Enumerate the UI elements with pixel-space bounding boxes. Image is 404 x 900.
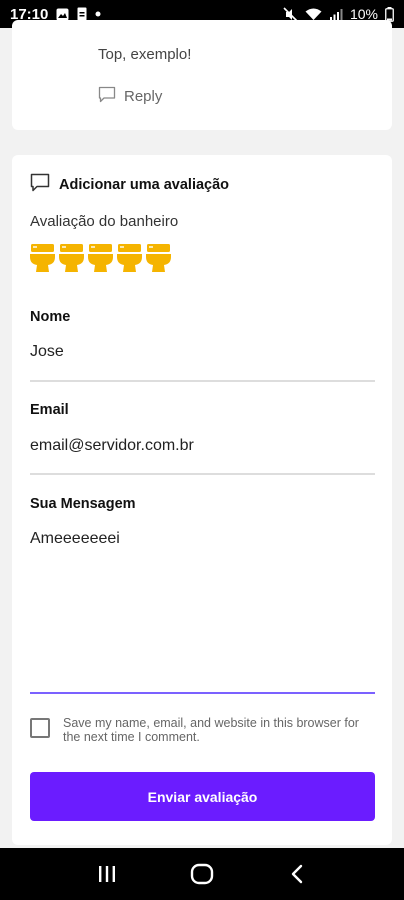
gallery-notification-icon — [56, 8, 69, 21]
rating-label: Avaliação do banheiro — [30, 213, 179, 230]
comment-bubble-icon — [30, 173, 50, 197]
submit-review-button[interactable]: Enviar avaliação — [30, 772, 375, 821]
dot-notification-icon — [95, 11, 101, 17]
save-info-label: Save my name, email, and website in this… — [63, 716, 359, 744]
system-nav-bar — [0, 848, 404, 900]
wifi-icon — [305, 8, 322, 21]
comment-text: Top, exemplo! — [98, 46, 192, 63]
toilet-rating-icon[interactable] — [88, 243, 113, 273]
save-info-checkbox[interactable] — [30, 718, 50, 738]
toilet-rating-icon[interactable] — [117, 243, 142, 273]
toilet-rating-icon[interactable] — [59, 243, 84, 273]
toilet-rating-icon[interactable] — [30, 243, 55, 273]
name-label: Nome — [30, 309, 71, 325]
back-icon[interactable] — [277, 854, 317, 894]
form-title: Adicionar uma avaliação — [59, 177, 230, 193]
email-field-underline — [30, 473, 375, 475]
home-icon[interactable] — [182, 854, 222, 894]
form-header: Adicionar uma avaliação — [30, 173, 229, 197]
message-field-underline — [30, 692, 375, 694]
reply-link[interactable]: Reply — [98, 86, 162, 107]
toilet-rating-icon[interactable] — [146, 243, 171, 273]
rating-stars[interactable] — [30, 243, 171, 273]
review-form-card: Adicionar uma avaliação Avaliação do ban… — [12, 155, 392, 845]
reply-label: Reply — [124, 88, 163, 105]
name-field-underline — [30, 380, 375, 382]
email-label: Email — [30, 402, 69, 418]
message-field[interactable]: Ameeeeeeei — [30, 530, 375, 680]
email-field[interactable] — [30, 437, 375, 455]
file-notification-icon — [77, 7, 87, 21]
comment-card: Top, exemplo! Reply — [12, 20, 392, 130]
name-field[interactable] — [30, 343, 375, 361]
comment-bubble-icon — [98, 86, 116, 107]
message-label: Sua Mensagem — [30, 496, 136, 512]
recent-apps-icon[interactable] — [87, 854, 127, 894]
signal-icon — [329, 8, 343, 21]
